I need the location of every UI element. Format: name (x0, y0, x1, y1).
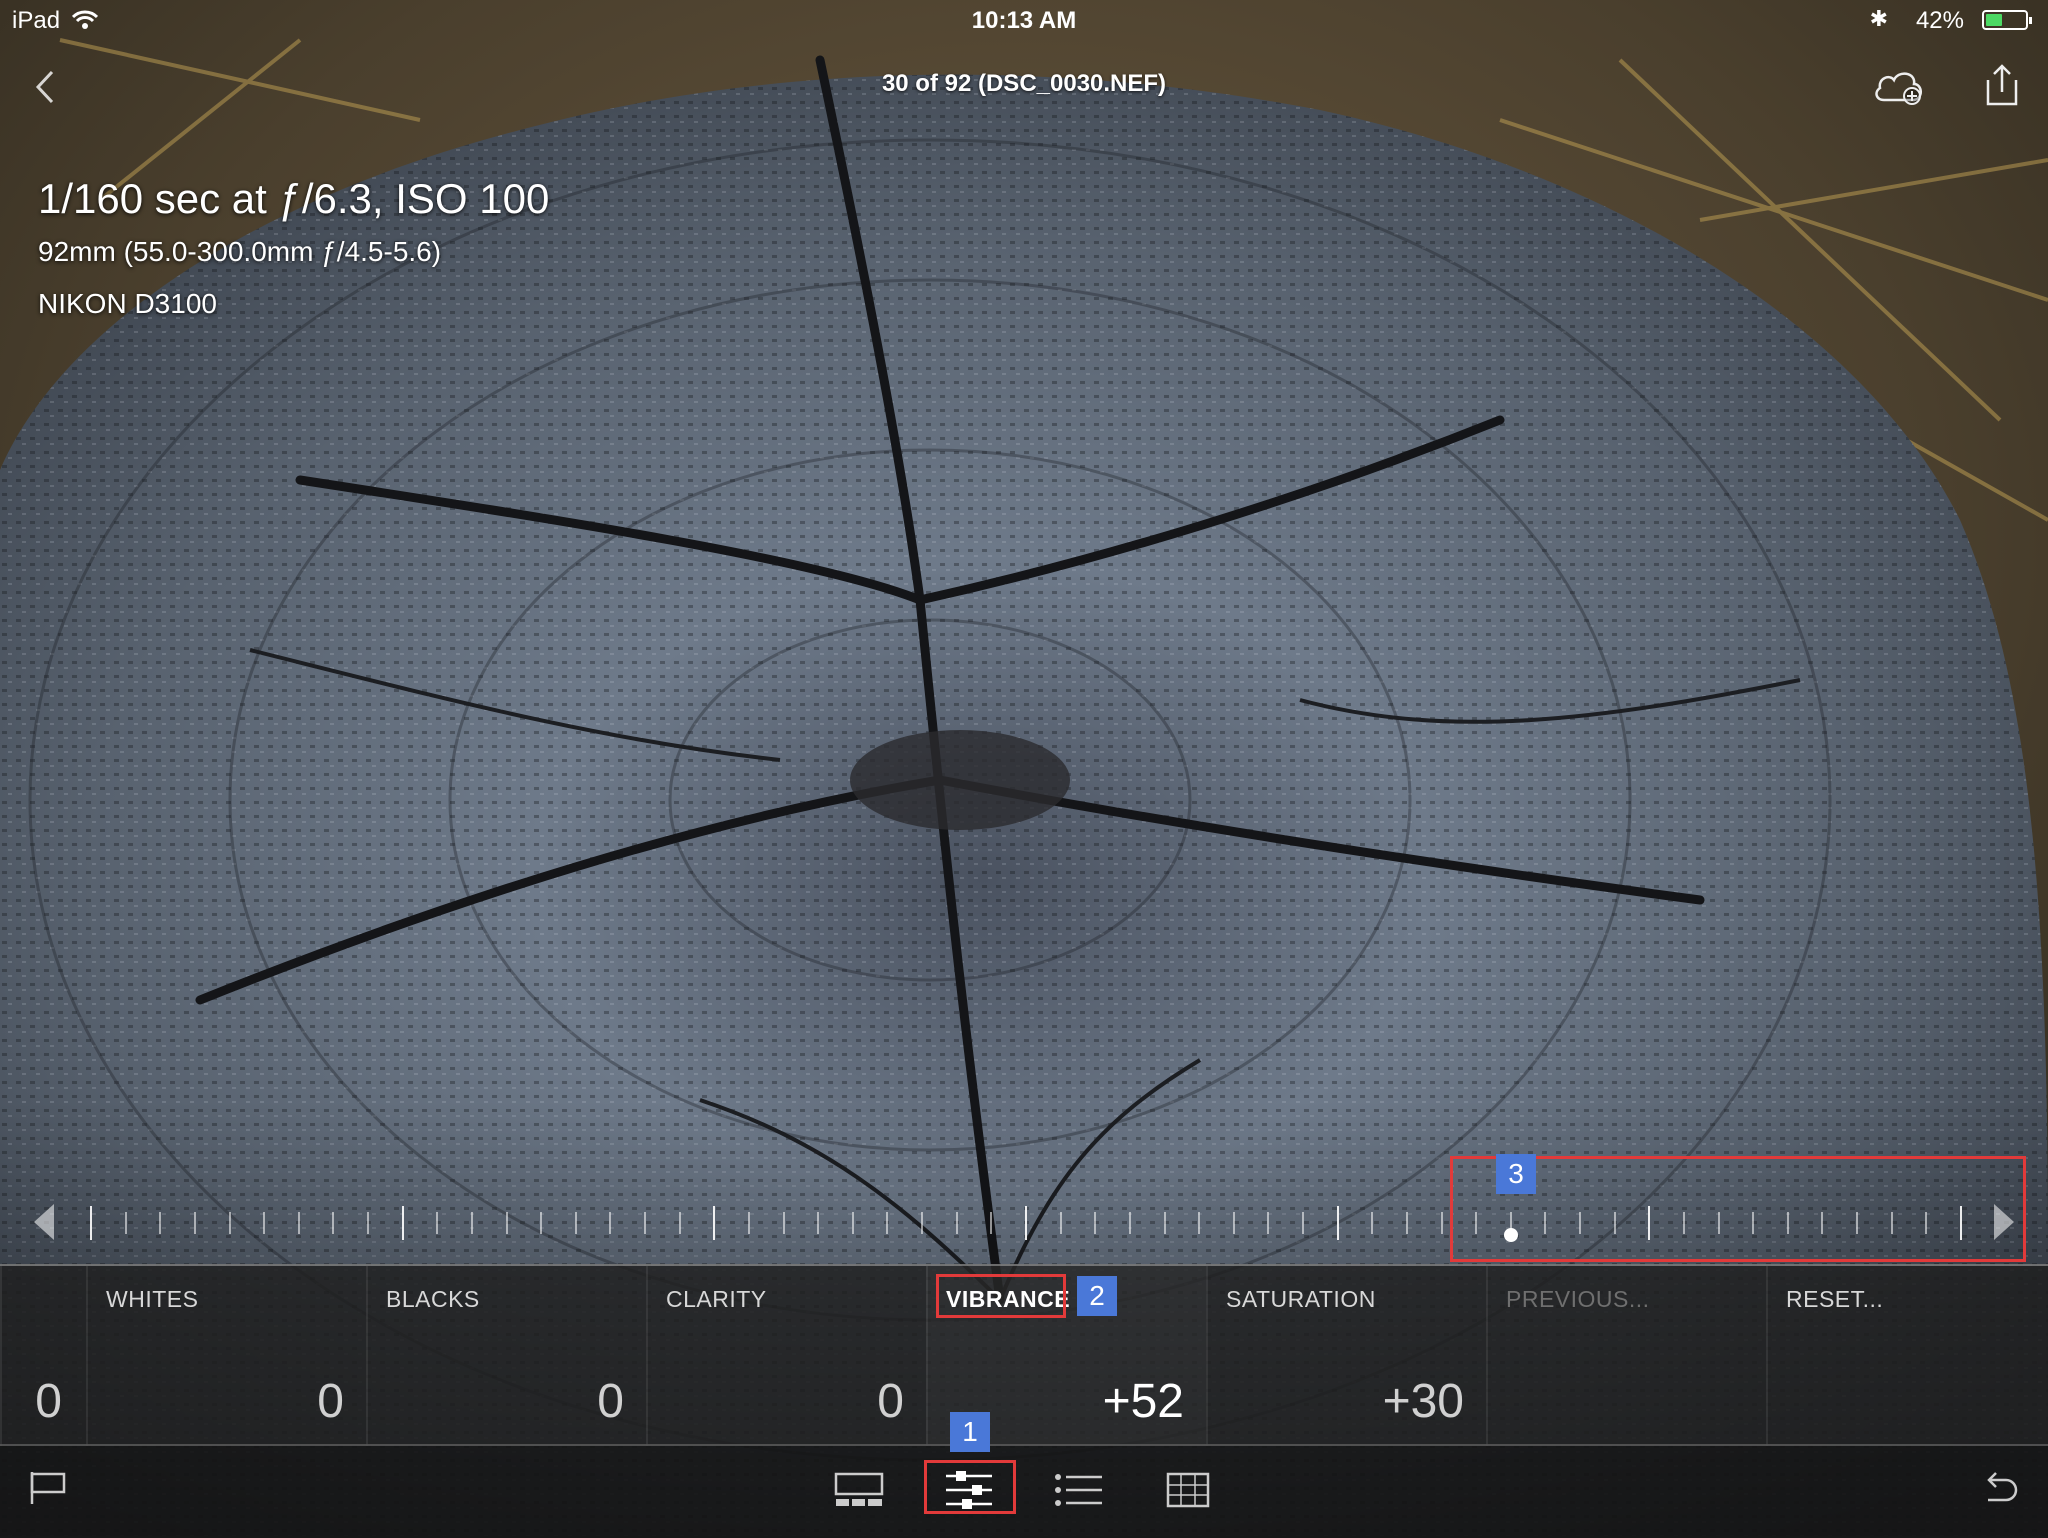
slider-tick (644, 1212, 646, 1234)
camera-info: NIKON D3100 (38, 288, 217, 319)
vibrance-highlight-box (936, 1274, 1066, 1318)
previous-settings-button[interactable]: PREVIOUS... (1486, 1266, 1766, 1446)
slider-decrease-icon[interactable] (34, 1204, 54, 1240)
adjustment-blacks[interactable]: BLACKS 0 (366, 1266, 646, 1446)
adjustment-value: +30 (1382, 1375, 1464, 1428)
adjust-highlight-box (924, 1460, 1016, 1514)
slider-tick (1129, 1212, 1131, 1234)
adjustment-label: BLACKS (386, 1286, 480, 1312)
slider-tick (1371, 1212, 1373, 1234)
cloud-sync-button[interactable] (1872, 64, 1928, 108)
photo-title: 30 of 92 (DSC_0030.NEF) (881, 70, 1167, 97)
slider-tick (367, 1212, 369, 1234)
slider-tick (1233, 1212, 1235, 1234)
list-icon (1055, 1474, 1102, 1506)
slider-tick (990, 1212, 992, 1234)
slider-tick (436, 1212, 438, 1234)
slider-tick (1094, 1212, 1096, 1234)
slider-tick (1164, 1212, 1166, 1234)
adjustment-value: 0 (317, 1375, 344, 1428)
cloud-add-icon (1875, 72, 1922, 105)
filmstrip-icon (834, 1472, 884, 1506)
slider-tick (1198, 1212, 1200, 1234)
slider-tick (506, 1212, 508, 1234)
adjustment-label: RESET... (1786, 1286, 1884, 1312)
exposure-info: 1/160 sec at ƒ/6.3, ISO 100 (38, 175, 550, 222)
adjustment-label: SATURATION (1226, 1286, 1376, 1312)
slider-tick (1302, 1212, 1304, 1234)
adjustment-label: CLARITY (666, 1286, 767, 1312)
slider-tick (1441, 1212, 1443, 1234)
reset-button[interactable]: RESET... (1766, 1266, 2048, 1446)
slider-tick (229, 1212, 231, 1234)
battery-nub (2029, 17, 2032, 24)
adjustment-partial[interactable]: 0 (0, 1266, 86, 1446)
slider-tick (921, 1212, 923, 1234)
battery-percent: 42% (1915, 7, 1964, 34)
slider-tick (1267, 1212, 1269, 1234)
slider-highlight-box (1450, 1156, 2026, 1262)
adjustment-value: 0 (35, 1375, 62, 1428)
slider-tick (679, 1212, 681, 1234)
adjustment-value: 0 (597, 1375, 624, 1428)
slider-tick (402, 1206, 404, 1240)
share-icon (1986, 64, 2018, 106)
slider-tick (263, 1212, 265, 1234)
slider-tick (1060, 1212, 1062, 1234)
annotation-badge-3: 3 (1496, 1154, 1536, 1194)
adjustment-saturation[interactable]: SATURATION +30 (1206, 1266, 1486, 1446)
slider-tick (194, 1212, 196, 1234)
slider-tick (956, 1212, 958, 1234)
bottom-toolbar (0, 1444, 2048, 1538)
slider-tick (575, 1212, 577, 1234)
exif-overlay: 1/160 sec at ƒ/6.3, ISO 100 92mm (55.0-3… (38, 172, 549, 330)
slider-tick (1337, 1206, 1339, 1240)
slider-tick (609, 1212, 611, 1234)
flag-icon (30, 1472, 66, 1504)
filmstrip-button[interactable] (834, 1472, 884, 1513)
slider-tick (886, 1212, 888, 1234)
slider-tick (713, 1206, 715, 1240)
undo-icon (1987, 1472, 2018, 1502)
adjustment-label: WHITES (106, 1286, 199, 1312)
slider-tick (90, 1206, 92, 1240)
adjustment-value: 0 (877, 1375, 904, 1428)
adjustment-value: +52 (1102, 1375, 1184, 1428)
adjustment-label: PREVIOUS... (1506, 1286, 1650, 1312)
battery-icon (1982, 10, 2032, 30)
share-button[interactable] (1980, 62, 2024, 108)
annotation-badge-1: 1 (950, 1412, 990, 1452)
bluetooth-icon: ✱ (1869, 6, 1888, 31)
annotation-badge-2: 2 (1077, 1276, 1117, 1316)
slider-tick (852, 1212, 854, 1234)
slider-tick (1406, 1212, 1408, 1234)
status-bar: iPad 10:13 AM ✱ 42% (0, 0, 2048, 40)
slider-tick (159, 1212, 161, 1234)
adjustment-whites[interactable]: WHITES 0 (86, 1266, 366, 1446)
slider-tick (817, 1212, 819, 1234)
undo-button[interactable] (1980, 1468, 2020, 1513)
presets-button[interactable] (1054, 1472, 1104, 1513)
slider-tick (298, 1212, 300, 1234)
slider-tick (540, 1212, 542, 1234)
crop-grid-icon (1166, 1472, 1210, 1508)
slider-tick (783, 1212, 785, 1234)
slider-tick (125, 1212, 127, 1234)
clock: 10:13 AM (971, 7, 1077, 34)
adjustment-clarity[interactable]: CLARITY 0 (646, 1266, 926, 1446)
flag-button[interactable] (28, 1468, 70, 1513)
slider-tick (1025, 1206, 1027, 1240)
slider-tick (471, 1212, 473, 1234)
slider-tick (332, 1212, 334, 1234)
lens-info: 92mm (55.0-300.0mm ƒ/4.5-5.6) (38, 236, 442, 267)
crop-button[interactable] (1164, 1470, 1212, 1515)
slider-tick (748, 1212, 750, 1234)
battery-fill (1986, 14, 2002, 26)
